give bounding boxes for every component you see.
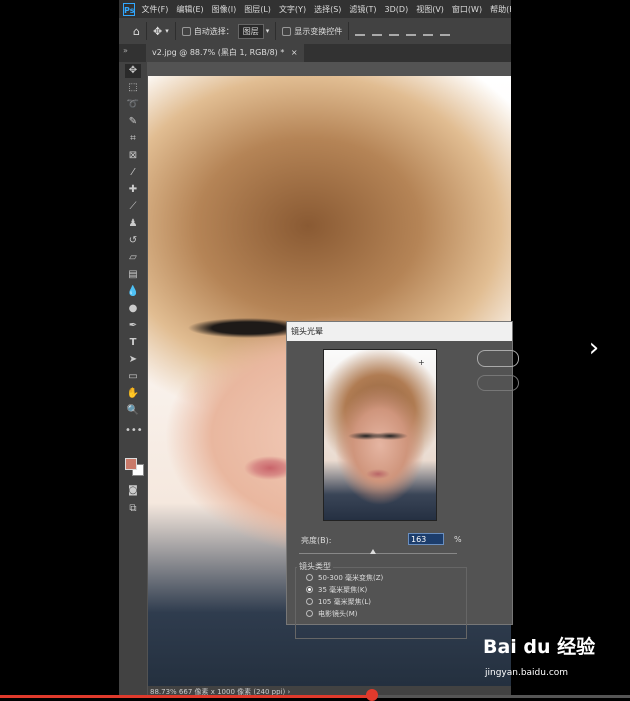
type-tool-icon[interactable]: T	[125, 336, 141, 350]
lens-option-label: 105 毫米聚焦(L)	[318, 598, 371, 606]
rectangle-tool-icon[interactable]: ▭	[125, 370, 141, 384]
divider	[348, 22, 350, 40]
dodge-tool-icon[interactable]: ●	[125, 302, 141, 316]
gradient-tool-icon[interactable]: ▤	[125, 268, 141, 282]
screen-mode-icon[interactable]: ⧉	[125, 502, 141, 516]
align-right-icon[interactable]	[440, 27, 451, 36]
photoshop-logo-icon: Ps	[123, 2, 136, 16]
lens-type-title: 镜头类型	[297, 561, 333, 572]
menu-help[interactable]: 帮助(H)	[490, 4, 511, 15]
brush-tool-icon[interactable]: ⟋	[125, 200, 141, 214]
quick-mask-icon[interactable]: ◙	[125, 484, 141, 498]
frame-tool-icon[interactable]: ⊠	[125, 149, 141, 163]
transform-controls-checkbox[interactable]	[282, 26, 292, 36]
options-bar: ⌂ ✥ ▾ 自动选择： 图层 ▾ 显示变换控件	[119, 18, 511, 44]
auto-select-label: 自动选择：	[193, 26, 234, 36]
document-tab-bar: » v2.jpg @ 88.7% (黑白 1, RGB/8) * ×	[119, 44, 511, 62]
transform-controls-label: 显示变换控件	[294, 26, 343, 36]
marquee-tool-icon[interactable]: ⬚	[125, 81, 141, 95]
brightness-unit: %	[454, 535, 462, 544]
lens-radio-3[interactable]	[306, 610, 313, 617]
panel-collapse-icon[interactable]: »	[123, 46, 128, 55]
document-tab-label: v2.jpg @ 88.7% (黑白 1, RGB/8) *	[152, 48, 285, 57]
divider	[174, 22, 176, 40]
flare-center-marker[interactable]: +	[418, 358, 425, 367]
crop-tool-icon[interactable]: ⌗	[125, 132, 141, 146]
auto-select-checkbox[interactable]	[181, 26, 191, 36]
next-arrow-icon[interactable]: ›	[583, 333, 605, 363]
eyedropper-tool-icon[interactable]: ⁄	[125, 166, 141, 180]
move-tool-icon[interactable]: ✥	[153, 25, 162, 38]
menu-bar: Ps 文件(F) 编辑(E) 图像(I) 图层(L) 文字(Y) 选择(S) 滤…	[119, 0, 511, 18]
blur-tool-icon[interactable]: 💧	[125, 285, 141, 299]
lens-radio-2[interactable]	[306, 598, 313, 605]
zoom-tool-icon[interactable]: 🔍	[125, 404, 141, 418]
menu-image[interactable]: 图像(I)	[212, 4, 237, 15]
lens-radio-0[interactable]	[306, 574, 313, 581]
lens-option-label: 35 毫米聚焦(K)	[318, 586, 368, 594]
lens-option-label: 电影镜头(M)	[318, 610, 358, 618]
layer-select-dropdown[interactable]: 图层	[237, 23, 264, 39]
pen-tool-icon[interactable]: ✒	[125, 319, 141, 333]
menu-filter[interactable]: 滤镜(T)	[349, 4, 376, 15]
menu-edit[interactable]: 编辑(E)	[176, 4, 203, 15]
dialog-title: 镜头光晕	[287, 322, 512, 341]
eraser-tool-icon[interactable]: ▱	[125, 251, 141, 265]
menu-view[interactable]: 视图(V)	[416, 4, 444, 15]
brightness-label: 亮度(B):	[301, 536, 332, 545]
watermark-logo: Bai du 经验	[483, 636, 596, 658]
tools-panel: ✥ ⬚ ➰ ✎ ⌗ ⊠ ⁄ ✚ ⟋ ♟ ↺ ▱ ▤ 💧 ● ✒ T ➤ ▭ ✋ …	[119, 62, 147, 698]
lens-radio-1[interactable]	[306, 586, 313, 593]
chevron-down-icon[interactable]: ▾	[266, 27, 270, 35]
lens-type-group: 50-300 毫米变焦(Z) 35 毫米聚焦(K) 105 毫米聚焦(L) 电影…	[295, 567, 467, 639]
align-top-icon[interactable]	[355, 27, 366, 36]
video-progress-handle[interactable]	[365, 689, 378, 701]
divider	[145, 22, 147, 40]
chevron-down-icon[interactable]: ▾	[165, 27, 169, 35]
menu-select[interactable]: 选择(S)	[314, 4, 341, 15]
home-icon[interactable]: ⌂	[133, 25, 140, 38]
history-brush-tool-icon[interactable]: ↺	[125, 234, 141, 248]
align-bottom-icon[interactable]	[389, 27, 400, 36]
dialog-body: + 亮度(B): 163 % 50-300 毫米变焦(Z) 35 毫米聚焦(K)…	[287, 341, 519, 639]
menu-layer[interactable]: 图层(L)	[244, 4, 271, 15]
menu-type[interactable]: 文字(Y)	[279, 4, 306, 15]
brightness-slider-thumb[interactable]	[370, 549, 377, 554]
document-tab[interactable]: v2.jpg @ 88.7% (黑白 1, RGB/8) * ×	[146, 44, 304, 62]
lasso-tool-icon[interactable]: ➰	[125, 98, 141, 112]
close-icon[interactable]: ×	[291, 48, 298, 57]
move-tool-icon[interactable]: ✥	[125, 64, 141, 78]
menu-file[interactable]: 文件(F)	[141, 4, 168, 15]
menu-window[interactable]: 窗口(W)	[452, 4, 482, 15]
path-select-tool-icon[interactable]: ➤	[125, 353, 141, 367]
foreground-color-swatch[interactable]	[125, 458, 137, 470]
menu-3d[interactable]: 3D(D)	[385, 5, 409, 14]
stamp-tool-icon[interactable]: ♟	[125, 217, 141, 231]
ok-button[interactable]	[477, 350, 519, 367]
lens-flare-dialog: 镜头光晕 + 亮度(B): 163 % 50-300 毫米变焦(Z) 35 毫米…	[286, 321, 519, 639]
align-middle-icon[interactable]	[372, 27, 383, 36]
more-tools-icon[interactable]: •••	[125, 424, 143, 438]
watermark-url: jingyan.baidu.com	[485, 668, 569, 678]
brightness-slider-track[interactable]	[299, 553, 457, 554]
healing-brush-tool-icon[interactable]: ✚	[125, 183, 141, 197]
lens-option-label: 50-300 毫米变焦(Z)	[318, 574, 384, 582]
quick-select-tool-icon[interactable]: ✎	[125, 115, 141, 129]
flare-preview[interactable]: +	[323, 349, 437, 521]
divider	[275, 22, 277, 40]
align-left-icon[interactable]	[406, 27, 417, 36]
align-center-icon[interactable]	[423, 27, 434, 36]
baidu-jingyan-watermark: Bai du 经验 jingyan.baidu.com	[483, 632, 623, 692]
brightness-input[interactable]: 163	[408, 533, 444, 545]
hand-tool-icon[interactable]: ✋	[125, 387, 141, 401]
cancel-button[interactable]	[477, 375, 519, 391]
